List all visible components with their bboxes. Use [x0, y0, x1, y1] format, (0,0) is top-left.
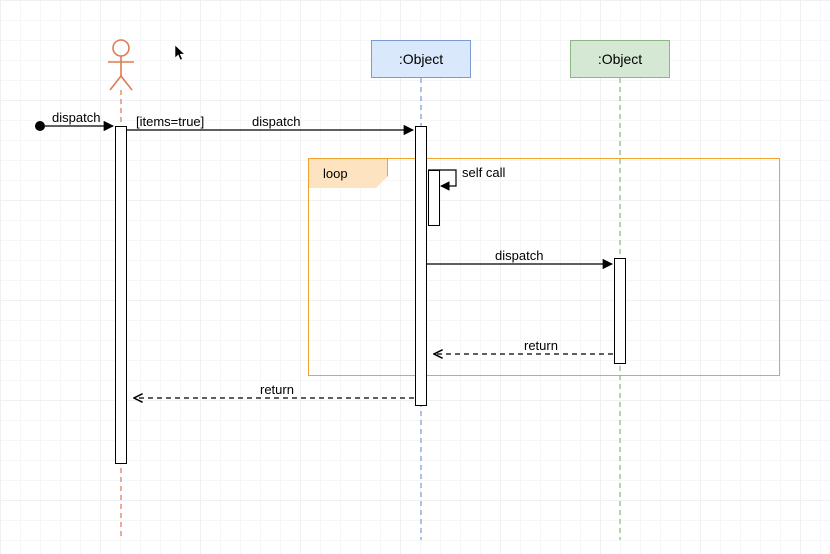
object-box-1[interactable]: :Object — [371, 40, 471, 78]
activation-object2[interactable] — [614, 258, 626, 364]
label-dispatch-2: dispatch — [495, 248, 543, 263]
loop-label: loop — [323, 166, 348, 181]
cursor-icon — [174, 44, 188, 62]
activation-object1-self[interactable] — [428, 170, 440, 226]
object-label-1: :Object — [399, 51, 443, 67]
label-initial-dispatch: dispatch — [52, 110, 100, 125]
loop-tab[interactable]: loop — [308, 158, 388, 188]
label-return-2: return — [260, 382, 294, 397]
label-self-call: self call — [462, 165, 505, 180]
activation-actor[interactable] — [115, 126, 127, 464]
activation-object1[interactable] — [415, 126, 427, 406]
label-return-1: return — [524, 338, 558, 353]
label-dispatch-1: dispatch — [252, 114, 300, 129]
object-label-2: :Object — [598, 51, 642, 67]
object-box-2[interactable]: :Object — [570, 40, 670, 78]
found-message-origin — [35, 121, 45, 131]
actor-icon[interactable] — [108, 40, 134, 90]
label-guard: [items=true] — [136, 114, 204, 129]
